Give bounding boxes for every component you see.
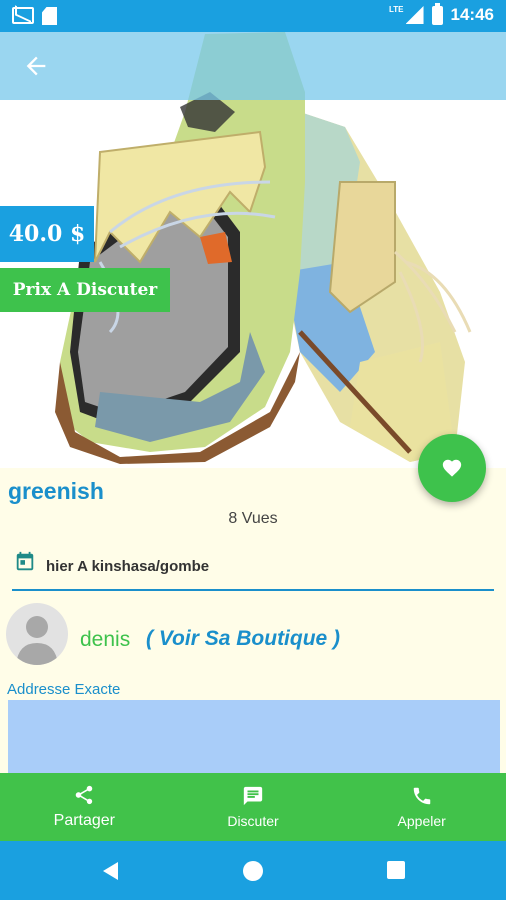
posted-info: hier A kinshasa/gombe (14, 550, 210, 575)
system-icons: LTE 14:46 (383, 2, 494, 25)
chat-label: Discuter (227, 813, 279, 829)
call-label: Appeler (397, 813, 446, 829)
share-icon (76, 785, 93, 805)
seller-name[interactable]: denis (80, 628, 130, 652)
heart-icon (442, 459, 462, 477)
person-icon (16, 616, 58, 665)
nav-home-icon[interactable] (242, 860, 264, 882)
address-map[interactable] (8, 700, 500, 774)
nav-back-icon[interactable] (100, 860, 122, 882)
chat-button[interactable]: Discuter (169, 773, 338, 841)
divider (12, 589, 494, 591)
phone-icon (413, 787, 430, 805)
sd-card-icon (42, 7, 57, 25)
share-button[interactable]: Partager (0, 773, 169, 841)
share-label: Partager (53, 812, 116, 829)
status-bar: LTE 14:46 (0, 0, 506, 32)
chat-icon (243, 786, 263, 806)
clock: 14:46 (450, 5, 494, 24)
signal-icon (405, 6, 424, 24)
view-shop-link[interactable]: ( Voir Sa Boutique ) (146, 627, 340, 651)
gmail-icon (12, 7, 34, 24)
price-negotiable-tag: Prix A Discuter (0, 268, 170, 312)
back-arrow-icon[interactable] (22, 52, 50, 80)
battery-icon (431, 2, 443, 25)
calendar-icon (16, 551, 34, 571)
call-button[interactable]: Appeler (337, 773, 506, 841)
network-type: LTE (389, 4, 404, 14)
action-bar: Partager Discuter Appeler (0, 773, 506, 841)
seller-avatar[interactable] (6, 603, 68, 665)
product-title: greenish (8, 478, 104, 504)
system-nav-bar (0, 841, 506, 900)
notification-icons (12, 7, 57, 25)
posted-date-location: hier A kinshasa/gombe (46, 557, 210, 575)
nav-recents-icon[interactable] (386, 860, 406, 880)
address-label: Addresse Exacte (7, 681, 121, 698)
view-count: 8 Vues (228, 510, 278, 527)
price-tag: 40.0 $ (0, 206, 94, 262)
favorite-button[interactable] (418, 434, 486, 502)
app-bar (0, 32, 506, 100)
